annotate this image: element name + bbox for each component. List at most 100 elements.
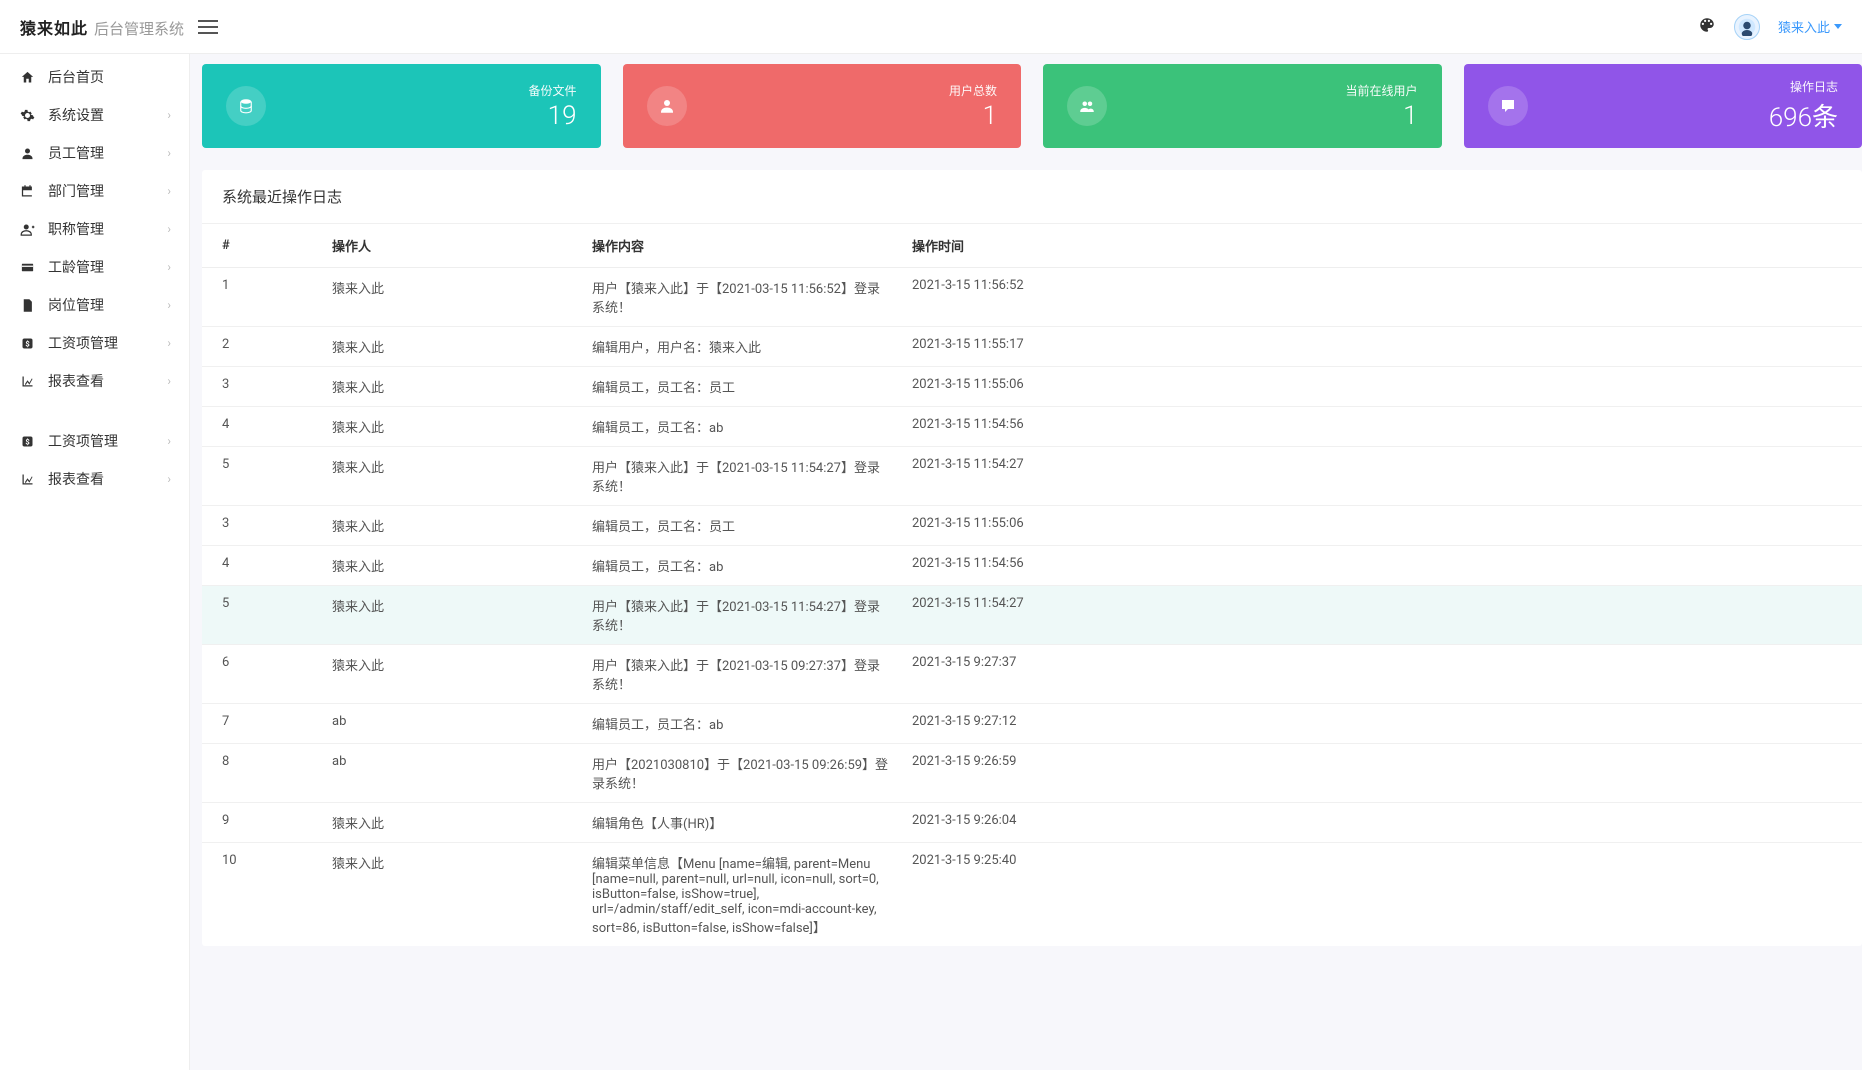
cell-idx: 3 bbox=[202, 506, 322, 546]
chat-icon bbox=[1488, 86, 1528, 126]
sidebar-item-doc[interactable]: 岗位管理› bbox=[0, 286, 189, 324]
table-row: 10猿来入此编辑菜单信息【Menu [name=编辑, parent=Menu … bbox=[202, 843, 1862, 947]
user-icon bbox=[647, 86, 687, 126]
stat-card-user[interactable]: 用户总数 1 bbox=[623, 64, 1022, 148]
sidebar-item-label: 岗位管理 bbox=[48, 295, 167, 315]
cell-idx: 8 bbox=[202, 744, 322, 803]
cell-operator: 猿来入此 bbox=[322, 327, 582, 367]
table-header-row: # 操作人 操作内容 操作时间 bbox=[202, 224, 1862, 268]
brand: 猿来如此 后台管理系统 bbox=[20, 15, 190, 39]
hamburger-icon[interactable] bbox=[198, 20, 218, 34]
sidebar-item-label: 系统设置 bbox=[48, 105, 167, 125]
sidebar-item-label: 报表查看 bbox=[48, 371, 167, 391]
cell-time: 2021-3-15 11:54:56 bbox=[902, 546, 1862, 586]
chevron-right-icon: › bbox=[167, 434, 171, 448]
svg-text:$: $ bbox=[25, 339, 29, 348]
col-content: 操作内容 bbox=[582, 224, 902, 268]
card-text: 用户总数 1 bbox=[949, 82, 997, 131]
chevron-down-icon bbox=[1834, 24, 1842, 29]
chevron-right-icon: › bbox=[167, 146, 171, 160]
palette-icon[interactable] bbox=[1698, 16, 1716, 38]
calendar-icon bbox=[18, 184, 36, 199]
card-label: 用户总数 bbox=[949, 82, 997, 99]
cell-content: 用户【猿来入此】于【2021-03-15 11:54:27】登录系统！ bbox=[582, 447, 902, 506]
cell-content: 编辑员工，员工名：ab bbox=[582, 546, 902, 586]
cell-time: 2021-3-15 9:26:04 bbox=[902, 803, 1862, 843]
cell-idx: 7 bbox=[202, 704, 322, 744]
stat-card-users[interactable]: 当前在线用户1 bbox=[1043, 64, 1442, 148]
cell-time: 2021-3-15 9:26:59 bbox=[902, 744, 1862, 803]
card-value: 19 bbox=[528, 101, 576, 131]
cell-idx: 4 bbox=[202, 407, 322, 447]
card-value: 696条 bbox=[1769, 97, 1838, 134]
sidebar-item-user[interactable]: 员工管理› bbox=[0, 134, 189, 172]
cell-time: 2021-3-15 11:54:27 bbox=[902, 447, 1862, 506]
cell-operator: ab bbox=[322, 704, 582, 744]
brand-subtitle: 后台管理系统 bbox=[94, 18, 184, 39]
user-icon bbox=[18, 146, 36, 161]
cell-time: 2021-3-15 9:27:12 bbox=[902, 704, 1862, 744]
chart-icon bbox=[18, 472, 36, 487]
col-time: 操作时间 bbox=[902, 224, 1862, 268]
sidebar-item-dollar[interactable]: $工资项管理› bbox=[0, 324, 189, 362]
sidebar-item-label: 职称管理 bbox=[48, 219, 167, 239]
cell-idx: 2 bbox=[202, 327, 322, 367]
sidebar-item-label: 报表查看 bbox=[48, 469, 167, 489]
sidebar-item-card[interactable]: 工龄管理› bbox=[0, 248, 189, 286]
table-row: 9猿来入此编辑角色【人事(HR)】2021-3-15 9:26:04 bbox=[202, 803, 1862, 843]
sidebar-item-label: 工资项管理 bbox=[48, 431, 167, 451]
cell-operator: 猿来入此 bbox=[322, 546, 582, 586]
card-value: 1 bbox=[949, 101, 997, 131]
sidebar-item-chart[interactable]: 报表查看› bbox=[0, 460, 189, 498]
doc-icon bbox=[18, 298, 36, 313]
home-icon bbox=[18, 70, 36, 85]
chevron-right-icon: › bbox=[167, 184, 171, 198]
avatar[interactable] bbox=[1734, 14, 1760, 40]
brand-logo: 猿来如此 bbox=[20, 15, 88, 39]
cell-operator: 猿来入此 bbox=[322, 447, 582, 506]
table-row: 3猿来入此编辑员工，员工名：员工2021-3-15 11:55:06 bbox=[202, 367, 1862, 407]
sidebar-item-label: 后台首页 bbox=[48, 67, 171, 87]
svg-text:$: $ bbox=[25, 437, 29, 446]
user-dropdown[interactable]: 猿来入此 bbox=[1778, 17, 1842, 36]
stat-card-chat[interactable]: 操作日志 696条 bbox=[1464, 64, 1862, 148]
cell-idx: 6 bbox=[202, 645, 322, 704]
chevron-right-icon: › bbox=[167, 298, 171, 312]
cell-operator: ab bbox=[322, 744, 582, 803]
cell-idx: 4 bbox=[202, 546, 322, 586]
cell-content: 编辑员工，员工名：ab bbox=[582, 407, 902, 447]
cell-time: 2021-3-15 11:56:52 bbox=[902, 268, 1862, 327]
sidebar-item-gear[interactable]: 系统设置› bbox=[0, 96, 189, 134]
sidebar-item-dollar[interactable]: $ 工资项管理› bbox=[0, 422, 189, 460]
sidebar-item-user-add[interactable]: 职称管理› bbox=[0, 210, 189, 248]
sidebar-item-chart[interactable]: 报表查看› bbox=[0, 362, 189, 400]
cell-time: 2021-3-15 11:54:27 bbox=[902, 586, 1862, 645]
table-row: 8ab用户【2021030810】于【2021-03-15 09:26:59】登… bbox=[202, 744, 1862, 803]
cell-idx: 5 bbox=[202, 447, 322, 506]
col-operator: 操作人 bbox=[322, 224, 582, 268]
cell-idx: 3 bbox=[202, 367, 322, 407]
sidebar-item-label: 工龄管理 bbox=[48, 257, 167, 277]
sidebar-item-home[interactable]: 后台首页 bbox=[0, 58, 189, 96]
card-icon bbox=[18, 260, 36, 275]
cell-content: 编辑用户，用户名：猿来入此 bbox=[582, 327, 902, 367]
cell-content: 编辑员工，员工名：员工 bbox=[582, 506, 902, 546]
panel-title: 系统最近操作日志 bbox=[202, 170, 1862, 224]
cell-operator: 猿来入此 bbox=[322, 407, 582, 447]
stat-card-database[interactable]: 备份文件19 bbox=[202, 64, 601, 148]
cell-content: 编辑角色【人事(HR)】 bbox=[582, 803, 902, 843]
dollar-icon: $ bbox=[18, 434, 36, 449]
chart-icon bbox=[18, 374, 36, 389]
cell-time: 2021-3-15 11:55:06 bbox=[902, 506, 1862, 546]
cell-time: 2021-3-15 9:27:37 bbox=[902, 645, 1862, 704]
card-label: 操作日志 bbox=[1769, 78, 1838, 95]
table-row: 6猿来入此用户【猿来入此】于【2021-03-15 09:27:37】登录系统！… bbox=[202, 645, 1862, 704]
chevron-right-icon: › bbox=[167, 108, 171, 122]
cell-content: 用户【猿来入此】于【2021-03-15 11:56:52】登录系统！ bbox=[582, 268, 902, 327]
table-row: 1猿来入此用户【猿来入此】于【2021-03-15 11:56:52】登录系统！… bbox=[202, 268, 1862, 327]
user-add-icon bbox=[18, 222, 36, 237]
chevron-right-icon: › bbox=[167, 374, 171, 388]
sidebar-item-calendar[interactable]: 部门管理› bbox=[0, 172, 189, 210]
chevron-right-icon: › bbox=[167, 222, 171, 236]
header-right: 猿来入此 bbox=[1698, 14, 1842, 40]
